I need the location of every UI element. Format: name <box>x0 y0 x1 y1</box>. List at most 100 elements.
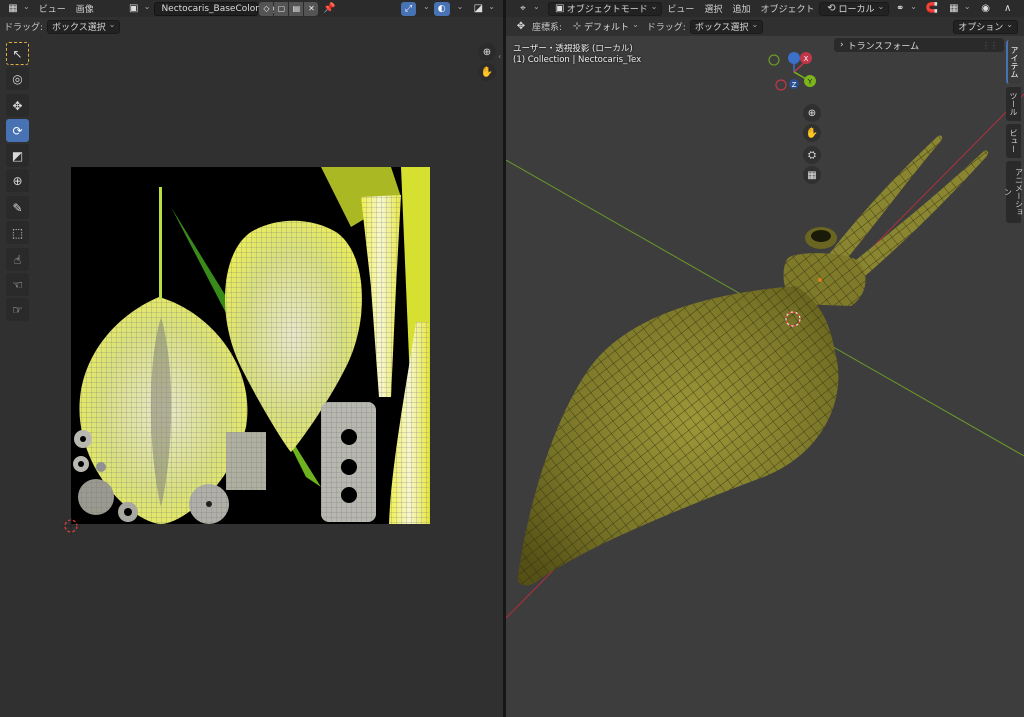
falloff-button[interactable]: ∧ <box>997 2 1019 16</box>
drag-label: ドラッグ: <box>4 23 44 33</box>
pivot-point-button[interactable]: ⚭ <box>889 2 921 16</box>
viewport-editor-icon: ⌖ <box>520 3 526 14</box>
relax-tool[interactable]: ☜ <box>6 273 29 296</box>
relax-icon: ☜ <box>12 277 23 292</box>
overlay-icon: ◐ <box>437 3 446 14</box>
tab-animation[interactable]: アニメーション <box>1004 161 1024 223</box>
2d-cursor-icon[interactable] <box>62 517 80 535</box>
global-orientation-icon: ⊹ <box>572 21 582 32</box>
options-button[interactable]: オプション <box>953 19 1018 34</box>
move-icon: ✥ <box>12 98 23 113</box>
visibility-button[interactable]: 👁 <box>1019 2 1024 16</box>
gizmo-neg-y[interactable] <box>768 54 780 66</box>
menu-add[interactable]: 追加 <box>727 2 755 15</box>
display-channels-icon: ◪ <box>473 3 484 14</box>
coord-select[interactable]: ⊹ デフォルト <box>566 20 643 34</box>
rotate-tool[interactable]: ⟳ <box>6 119 29 142</box>
camera-view-button[interactable]: ⛭ <box>803 146 821 164</box>
hand-icon: ✋ <box>480 66 494 78</box>
annotate-tool[interactable]: ✎ <box>6 196 29 219</box>
display-channels-button[interactable]: ◪ <box>467 2 499 16</box>
gizmo-z[interactable] <box>788 52 800 64</box>
navigation-gizmo[interactable]: X Y Z <box>768 48 822 94</box>
scale-tool[interactable]: ◩ <box>6 144 29 167</box>
snap-button[interactable]: 🧲 <box>921 2 943 16</box>
uv-toolbar: ↖ ◎ ✥ ⟳ ◩ ⊕ ✎ ⬚ ☝ ☜ ☞ <box>6 42 30 323</box>
tab-item[interactable]: アイテム <box>1006 40 1021 84</box>
camera-icon: ⛭ <box>808 149 816 161</box>
drag-mode-select[interactable]: ボックス選択 <box>47 19 121 34</box>
gizmo-y-label: Y <box>807 78 813 86</box>
gizmo-x-label: X <box>804 55 809 63</box>
scale-icon: ◩ <box>11 148 24 163</box>
gizmo-neg-x[interactable] <box>775 79 787 91</box>
drag-grip-icon[interactable]: ⋮⋮ <box>982 41 998 50</box>
image-name-field[interactable]: Nectocaris_BaseColor.png <box>154 1 278 16</box>
move-tool[interactable]: ✥ <box>6 94 29 117</box>
menu-object[interactable]: オブジェクト <box>755 2 819 15</box>
open-image-icon[interactable]: ▤ <box>289 1 304 16</box>
browse-image-button[interactable]: ▣ <box>123 2 155 16</box>
select-box-tool[interactable]: ↖ <box>6 42 29 65</box>
uv-antenna-strip <box>159 187 162 299</box>
collection-label: (1) Collection | Nectocaris_Tex <box>513 55 642 65</box>
pin-icon[interactable]: 📌 <box>322 2 336 16</box>
pivot-icon: ⚭ <box>896 3 905 14</box>
unlink-image-icon[interactable]: ✕ <box>304 1 319 16</box>
overlay-button[interactable]: ◐ <box>433 1 450 16</box>
annotate-icon: ✎ <box>12 200 23 215</box>
uv-sync-dropdown[interactable] <box>416 2 434 16</box>
transform-orientation-select[interactable]: ⟲ ローカル <box>819 1 890 16</box>
pan-button[interactable]: ✋ <box>478 63 496 81</box>
grab-tool[interactable]: ☝ <box>6 248 29 271</box>
3d-scene[interactable] <box>506 36 1024 717</box>
snap-target-button[interactable]: ▦ <box>943 2 975 16</box>
uv-texture-canvas[interactable] <box>71 167 430 524</box>
rotate-icon: ⟳ <box>12 123 23 138</box>
viewport-header: ⌖ ▣ オブジェクトモード ビュー 選択 追加 オブジェクト ⟲ ローカル ⚭ … <box>506 0 1024 17</box>
transform-tool[interactable]: ⊕ <box>6 169 29 192</box>
view-name-label: ユーザー・透視投影 (ローカル) <box>513 44 633 54</box>
pinch-tool[interactable]: ☞ <box>6 298 29 321</box>
object-origin <box>818 278 822 282</box>
gizmo-z-label: Z <box>792 81 797 89</box>
proportional-edit-button[interactable]: ◉ <box>975 2 997 16</box>
transform-panel-header[interactable]: › トランスフォーム ⋮⋮ <box>834 38 1004 52</box>
overlay-dropdown[interactable] <box>450 2 468 16</box>
menu-view[interactable]: ビュー <box>34 2 71 15</box>
local-orientation-icon: ⟲ <box>827 3 836 14</box>
pan-button[interactable]: ✋ <box>803 124 821 142</box>
menu-view[interactable]: ビュー <box>662 2 699 15</box>
editor-type-button[interactable]: ▦ <box>2 2 34 16</box>
cursor-icon: ◎ <box>12 71 23 86</box>
drag-mode-select[interactable]: ボックス選択 <box>689 19 764 34</box>
perspective-toggle-button[interactable]: ▦ <box>803 166 821 184</box>
select-box-icon: ↖ <box>12 46 23 61</box>
editor-type-button[interactable]: ⌖ <box>512 2 544 16</box>
image-editor-icon: ▦ <box>8 3 18 14</box>
pinch-icon: ☞ <box>12 302 23 317</box>
menu-image[interactable]: 画像 <box>71 2 99 15</box>
menu-select[interactable]: 選択 <box>699 2 727 15</box>
tab-tool[interactable]: ツール <box>1006 87 1021 121</box>
collapse-arrow-icon[interactable]: ‹ <box>498 52 501 61</box>
snap-grid-icon: ▦ <box>949 3 959 14</box>
falloff-icon: ∧ <box>1003 3 1012 14</box>
move-tool-icon: ✥ <box>516 21 526 32</box>
fake-user-icon[interactable]: ◇ <box>259 1 274 16</box>
tab-view[interactable]: ビュー <box>1006 124 1021 158</box>
zoom-icon: ⊕ <box>807 107 817 119</box>
uv-island-ring <box>96 462 106 472</box>
rip-tool[interactable]: ⬚ <box>6 221 29 244</box>
cursor-tool[interactable]: ◎ <box>6 67 29 90</box>
mode-select[interactable]: ▣ オブジェクトモード <box>547 1 663 16</box>
object-mode-icon: ▣ <box>554 3 565 14</box>
zoom-button[interactable]: ⊕ <box>803 104 821 122</box>
uv-sync-button[interactable]: ⤢ <box>400 1 417 16</box>
grab-icon: ☝ <box>13 252 22 267</box>
rip-icon: ⬚ <box>11 225 24 240</box>
new-image-icon[interactable]: ▢ <box>274 1 289 16</box>
zoom-button[interactable]: ⊕ <box>478 43 496 61</box>
grid-perspective-icon: ▦ <box>807 169 817 181</box>
uv-editor-pane: ▦ ビュー 画像 ▣ Nectocaris_BaseColor.png ◇ ▢ … <box>0 0 503 717</box>
